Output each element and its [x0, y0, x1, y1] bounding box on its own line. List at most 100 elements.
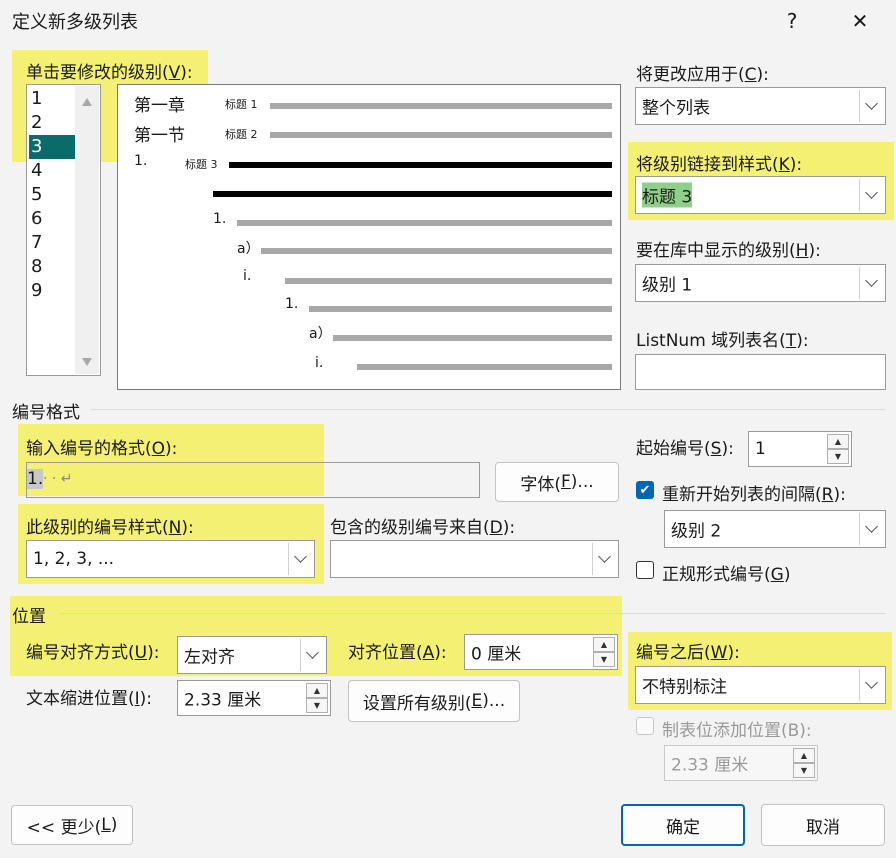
aligned-at-spinner[interactable]: 0 厘米 ▲ ▼ — [464, 634, 618, 670]
link-style-select[interactable]: 标题 3 — [635, 176, 886, 214]
spin-down-icon[interactable]: ▼ — [793, 763, 815, 778]
apply-to-label: 将更改应用于(C): — [636, 65, 769, 85]
level-item-8[interactable]: 8 — [29, 255, 75, 279]
section-divider — [60, 613, 886, 614]
chevron-down-icon[interactable] — [859, 669, 883, 701]
chevron-down-icon[interactable] — [592, 543, 616, 575]
tab-stop-checkbox[interactable] — [636, 717, 654, 735]
follow-number-select[interactable]: 不特别标注 — [635, 666, 886, 704]
position-section-title: 位置 — [12, 607, 46, 627]
listnum-label: ListNum 域列表名(T): — [636, 331, 809, 351]
preview-style-3: 标题 3 — [185, 158, 218, 171]
ok-button[interactable]: 确定 — [621, 804, 745, 846]
level-item-2[interactable]: 2 — [29, 111, 75, 135]
restart-level-value: 级别 2 — [671, 521, 722, 542]
start-at-label: 起始编号(S): — [636, 439, 734, 459]
level-item-3[interactable]: 3 — [29, 135, 75, 159]
less-button[interactable]: << 更少(L) — [11, 805, 133, 845]
start-at-value: 1 — [755, 439, 766, 459]
level-item-4[interactable]: 4 — [29, 159, 75, 183]
link-style-label: 将级别链接到样式(K): — [636, 155, 803, 175]
preview-line — [261, 248, 612, 254]
gallery-level-label: 要在库中显示的级别(H): — [636, 241, 821, 261]
include-level-select[interactable] — [330, 540, 619, 578]
spin-down-icon[interactable]: ▼ — [593, 652, 615, 667]
preview-line — [285, 278, 612, 284]
dialog-title: 定义新多级列表 — [12, 12, 138, 33]
level-list[interactable]: 1 2 3 4 5 6 7 8 9 — [26, 84, 101, 376]
preview-sub-number: a） — [237, 241, 260, 257]
cancel-button[interactable]: 取消 — [761, 804, 885, 846]
apply-to-value: 整个列表 — [642, 98, 710, 119]
restart-level-select[interactable]: 级别 2 — [664, 510, 886, 548]
chevron-down-icon[interactable] — [859, 267, 883, 299]
number-style-select[interactable]: 1, 2, 3, ... — [26, 540, 315, 578]
font-button[interactable]: 字体(F)... — [495, 462, 619, 502]
preview-line — [237, 220, 612, 226]
gallery-level-value: 级别 1 — [642, 275, 693, 296]
legal-style-checkbox[interactable] — [636, 561, 654, 579]
preview-sub-number: i. — [315, 355, 324, 371]
spin-up-icon[interactable]: ▲ — [306, 683, 328, 698]
checkmark-icon: ✔ — [639, 482, 651, 498]
spin-up-icon[interactable]: ▲ — [827, 434, 849, 449]
preview-line — [357, 364, 612, 370]
level-list-label: 单击要修改的级别(V): — [26, 63, 193, 83]
level-item-9[interactable]: 9 — [29, 279, 75, 303]
alignment-value: 左对齐 — [184, 647, 235, 668]
text-indent-value: 2.33 厘米 — [184, 690, 262, 711]
alignment-select[interactable]: 左对齐 — [177, 636, 327, 674]
set-all-levels-button[interactable]: 设置所有级别(E)... — [348, 680, 520, 722]
link-style-value: 标题 3 — [642, 182, 693, 208]
help-icon[interactable]: ? — [772, 4, 812, 38]
spin-down-icon[interactable]: ▼ — [306, 698, 328, 713]
chevron-down-icon[interactable] — [859, 179, 883, 211]
preview-style-1: 标题 1 — [225, 98, 258, 111]
number-style-value: 1, 2, 3, ... — [33, 549, 115, 569]
aligned-at-label: 对齐位置(A): — [348, 643, 447, 663]
chevron-down-icon[interactable] — [859, 513, 883, 545]
apply-to-select[interactable]: 整个列表 — [635, 87, 886, 125]
follow-number-label: 编号之后(W): — [636, 643, 740, 663]
level-list-scrollbar[interactable] — [75, 86, 99, 374]
spin-up-icon[interactable]: ▲ — [593, 637, 615, 652]
restart-checkbox[interactable]: ✔ — [636, 481, 654, 499]
tab-stop-label: 制表位添加位置(B): — [662, 721, 812, 741]
tab-stop-value: 2.33 厘米 — [671, 755, 749, 776]
alignment-label: 编号对齐方式(U): — [26, 643, 160, 663]
level-item-6[interactable]: 6 — [29, 207, 75, 231]
spin-up-icon[interactable]: ▲ — [793, 748, 815, 763]
chevron-down-icon[interactable] — [288, 543, 312, 575]
scroll-arrows-icon — [82, 98, 92, 366]
chevron-down-icon[interactable] — [859, 90, 883, 122]
preview-chapter: 第一章 — [134, 96, 185, 116]
tab-stop-spinner[interactable]: 2.33 厘米 ▲ ▼ — [664, 745, 818, 781]
preview-line-selected — [229, 162, 612, 168]
listnum-input[interactable] — [635, 354, 886, 390]
preview-section: 第一节 — [134, 126, 185, 146]
level-item-7[interactable]: 7 — [29, 231, 75, 255]
preview-line — [309, 306, 612, 312]
level-item-1[interactable]: 1 — [29, 87, 75, 111]
format-input[interactable]: 1. · · ↵ — [26, 462, 480, 498]
section-divider — [90, 409, 886, 410]
start-at-spinner[interactable]: 1 ▲ ▼ — [748, 431, 852, 467]
chevron-down-icon[interactable] — [300, 639, 324, 671]
gallery-level-select[interactable]: 级别 1 — [635, 264, 886, 302]
preview-line — [270, 103, 612, 109]
number-format-section-title: 编号格式 — [12, 403, 80, 423]
preview-sub-number: 1. — [213, 211, 227, 227]
follow-number-value: 不特别标注 — [642, 677, 727, 698]
close-icon[interactable]: ✕ — [840, 4, 880, 38]
text-indent-spinner[interactable]: 2.33 厘米 ▲ ▼ — [177, 680, 331, 716]
aligned-at-value: 0 厘米 — [471, 644, 522, 665]
preview-number: 1. — [134, 153, 148, 169]
preview-line — [270, 132, 612, 138]
restart-label: 重新开始列表的间隔(R): — [662, 485, 846, 505]
spin-down-icon[interactable]: ▼ — [827, 449, 849, 464]
preview-line — [333, 335, 612, 341]
preview-sub-number: 1. — [285, 296, 299, 312]
preview-style-2: 标题 2 — [225, 128, 258, 141]
level-item-5[interactable]: 5 — [29, 183, 75, 207]
list-preview: 第一章 标题 1 第一节 标题 2 1. 标题 3 1. a） i. 1. a）… — [117, 84, 621, 390]
